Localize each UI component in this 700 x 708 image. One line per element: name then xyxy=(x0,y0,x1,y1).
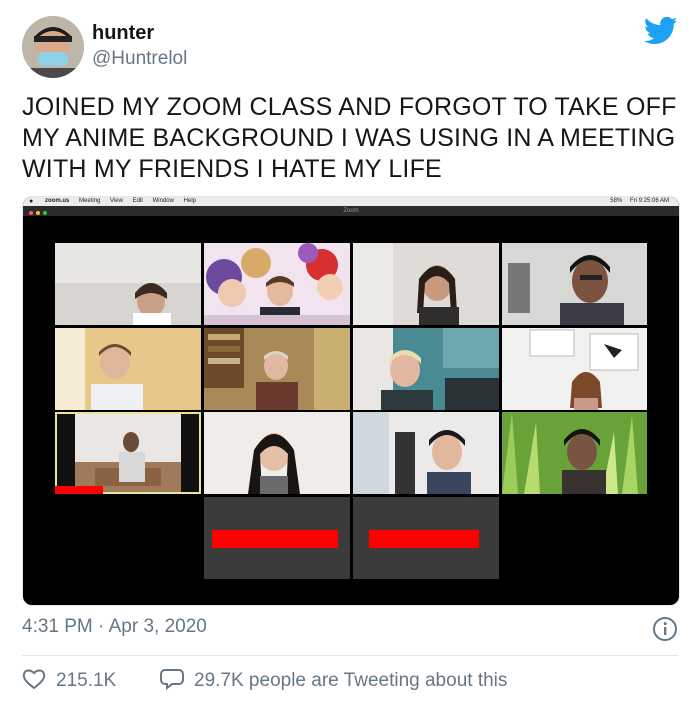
mac-menubar: ● zoom.us Meeting View Edit Window Help … xyxy=(23,197,679,206)
video-tile-camera-off xyxy=(204,497,350,579)
display-name[interactable]: hunter xyxy=(92,22,154,45)
video-tile xyxy=(204,412,350,494)
user-handle[interactable]: @Huntrelol xyxy=(92,48,187,70)
menubar-item: Window xyxy=(152,198,174,204)
speech-bubble-icon xyxy=(160,669,184,691)
tweet-text: JOINED MY ZOOM CLASS AND FORGOT TO TAKE … xyxy=(22,93,677,183)
menubar-clock: Fri 9:25:06 AM xyxy=(629,198,669,204)
video-tile-active-speaker xyxy=(55,412,201,494)
menubar-app: zoom.us xyxy=(45,198,70,204)
zoom-screenshot[interactable]: ● zoom.us Meeting View Edit Window Help … xyxy=(22,196,680,606)
video-tile-camera-off xyxy=(353,497,499,579)
divider xyxy=(22,655,678,656)
menubar-items: zoom.us Meeting View Edit Window Help xyxy=(45,197,204,206)
menubar-item: Edit xyxy=(132,198,143,204)
zoom-titlebar: Zoom xyxy=(23,206,679,216)
video-tile xyxy=(55,243,201,325)
twitter-bird-icon[interactable] xyxy=(643,16,678,46)
video-tile xyxy=(204,243,350,325)
info-icon[interactable] xyxy=(652,616,678,642)
battery-level: 58% xyxy=(610,198,623,204)
window-title: Zoom xyxy=(343,208,359,214)
apple-icon: ● xyxy=(29,198,34,205)
avatar[interactable] xyxy=(22,16,84,78)
muted-indicator xyxy=(55,486,103,494)
heart-icon xyxy=(22,669,46,690)
tweet-timestamp[interactable]: 4:31 PM · Apr 3, 2020 xyxy=(22,616,207,638)
menubar-item: View xyxy=(110,198,123,204)
video-tile xyxy=(353,243,499,325)
video-tile xyxy=(353,412,499,494)
video-tile xyxy=(204,328,350,410)
like-button[interactable]: 215.1K xyxy=(22,668,116,692)
tweeting-link[interactable]: 29.7K people are Tweeting about this xyxy=(160,668,507,692)
menubar-item: Meeting xyxy=(79,198,101,204)
tweeting-count: 29.7K people are Tweeting about this xyxy=(194,670,508,691)
video-tile xyxy=(502,412,647,494)
muted-indicator xyxy=(212,530,338,548)
video-tile xyxy=(55,328,201,410)
like-count: 215.1K xyxy=(56,670,117,691)
video-tile xyxy=(502,243,647,325)
tweet-card: hunter @Huntrelol JOINED MY ZOOM CLASS A… xyxy=(0,0,700,708)
video-tile xyxy=(502,328,647,410)
menubar-item: Help xyxy=(183,198,196,204)
window-controls xyxy=(29,209,50,219)
menubar-status: 58% Fri 9:25:06 AM xyxy=(604,197,669,206)
video-tile xyxy=(353,328,499,410)
muted-indicator xyxy=(369,530,479,548)
